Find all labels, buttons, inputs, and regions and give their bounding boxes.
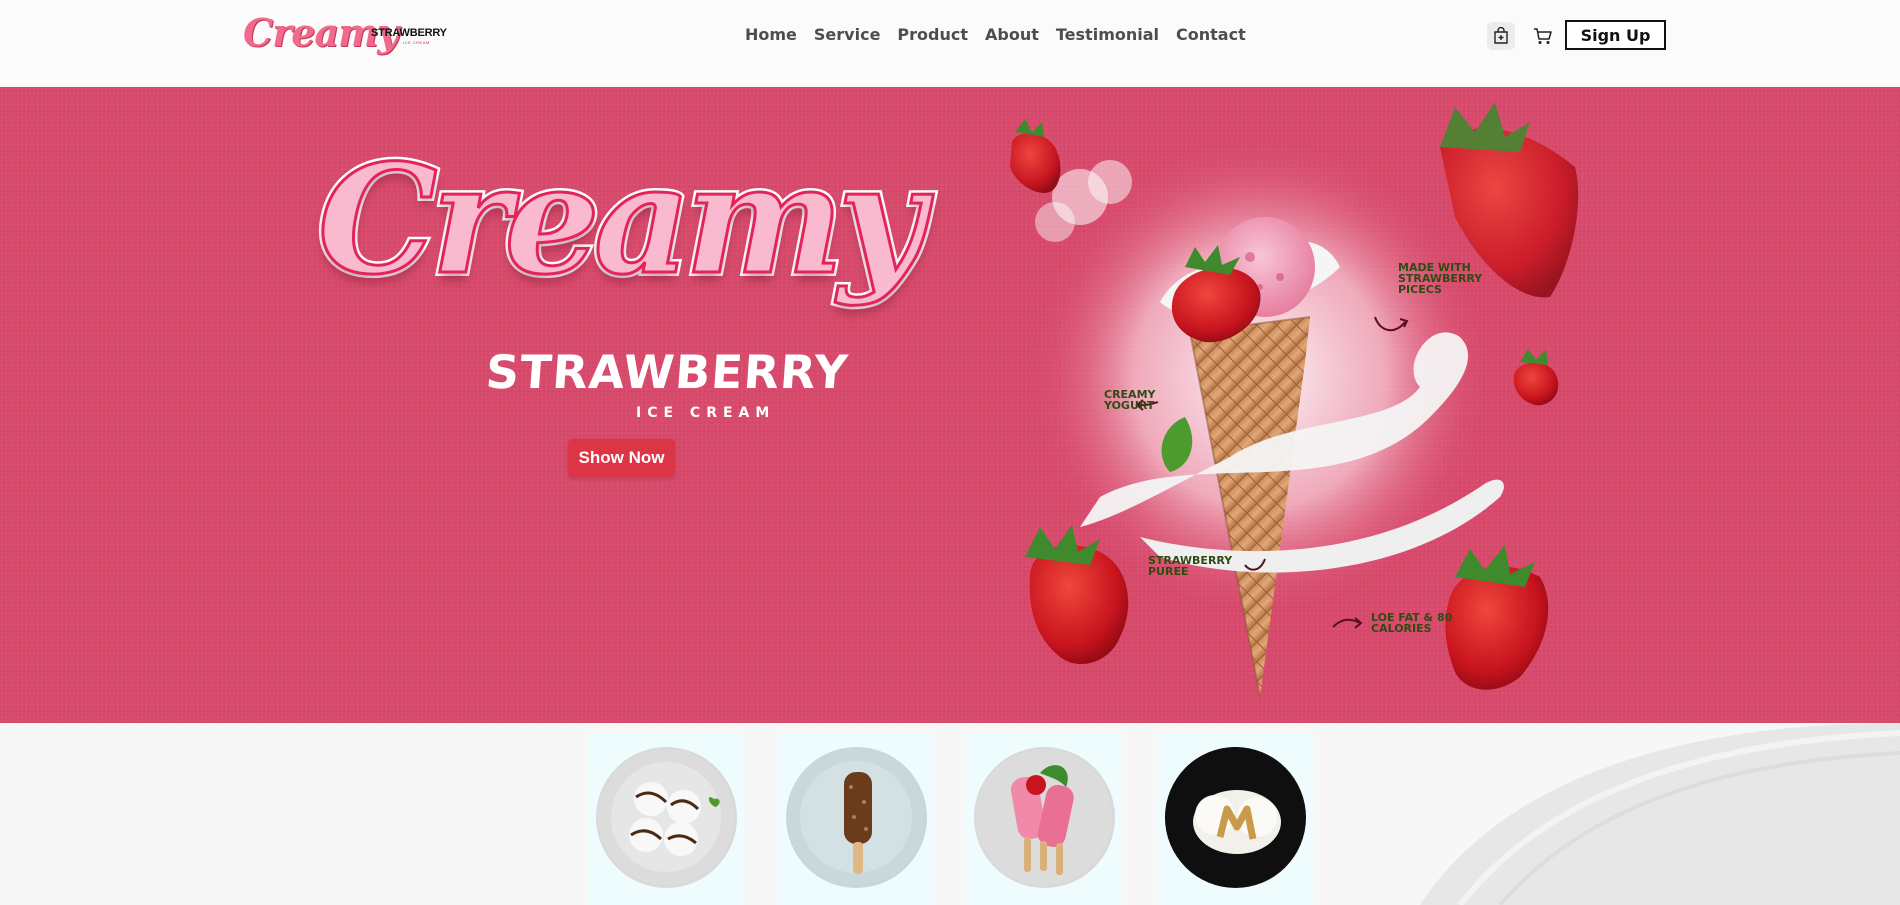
- nav-testimonial[interactable]: Testimonial: [1056, 25, 1159, 45]
- product-card-chocobar[interactable]: [778, 733, 934, 905]
- product-image-caramel: [1164, 747, 1306, 888]
- hero-title-main: STRAWBERRY: [484, 345, 851, 399]
- navbar: Creamy STRAWBERRY ICE CREAM Home Service…: [0, 0, 1900, 87]
- show-now-button[interactable]: Show Now: [568, 439, 675, 477]
- cone-artwork: [1010, 102, 1579, 698]
- hero-title-script: Creamy: [317, 132, 927, 308]
- product-card-caramel[interactable]: [1157, 733, 1313, 905]
- annotation-strawberry-puree: STRAWBERRY PUREE: [1148, 554, 1233, 578]
- hero-title-lockup: Creamy Creamy STRAWBERRY ICE CREAM: [314, 131, 929, 435]
- hero-title-sub: ICE CREAM: [636, 405, 776, 421]
- cart-button[interactable]: [1529, 22, 1557, 50]
- brand-logo[interactable]: Creamy STRAWBERRY ICE CREAM: [243, 10, 447, 60]
- product-image-chocobar: [785, 747, 927, 888]
- main-nav: Home Service Product About Testimonial C…: [745, 25, 1263, 45]
- annotation-creamy-yogurt: CREAMY YOGURT: [1104, 388, 1156, 412]
- nav-service[interactable]: Service: [814, 25, 881, 45]
- shopping-bag-button[interactable]: [1487, 22, 1515, 50]
- product-card-scoops[interactable]: [588, 733, 744, 905]
- product-image-popsicles: [973, 747, 1115, 888]
- ice-cream-cone-illustration: MADE WITH STRAWBERRY PICECS CREAMY YOGUR…: [960, 87, 1600, 723]
- hero-section: Creamy Creamy STRAWBERRY ICE CREAM Show …: [0, 87, 1900, 723]
- cart-icon: [1534, 28, 1552, 44]
- nav-product[interactable]: Product: [897, 25, 968, 45]
- product-card-popsicles[interactable]: [966, 733, 1122, 905]
- product-strip: [0, 723, 1900, 905]
- sign-up-button[interactable]: Sign Up: [1565, 20, 1666, 50]
- logo-sub: ICE CREAM: [403, 40, 430, 45]
- annotation-made-with: MADE WITH STRAWBERRY PICECS: [1398, 261, 1483, 296]
- shopping-bag-icon: [1494, 27, 1508, 44]
- product-image-scoops: [595, 747, 737, 888]
- logo-word: STRAWBERRY: [371, 27, 447, 39]
- annotation-low-fat: LOE FAT & 80 CALORIES: [1371, 611, 1453, 635]
- nav-about[interactable]: About: [985, 25, 1039, 45]
- decorative-swoosh: [1420, 723, 1900, 905]
- nav-contact[interactable]: Contact: [1176, 25, 1246, 45]
- nav-home[interactable]: Home: [745, 25, 797, 45]
